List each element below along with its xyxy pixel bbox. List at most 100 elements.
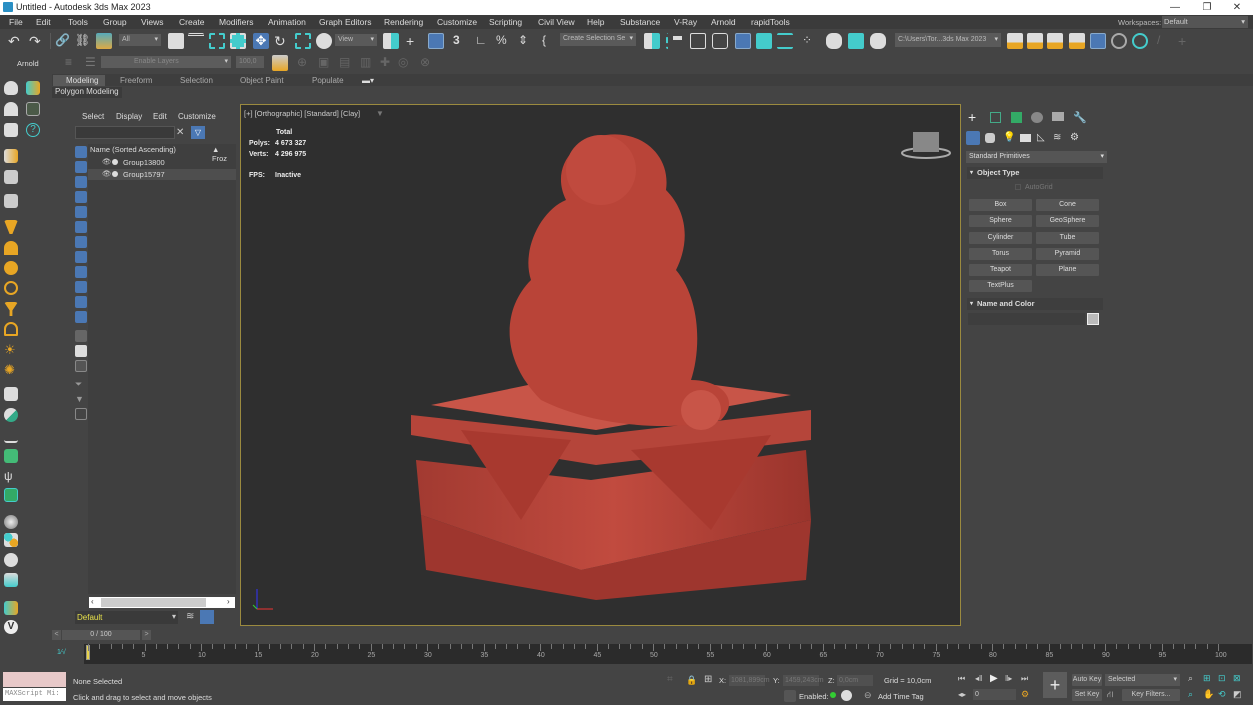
prev-frame-button[interactable]: < bbox=[52, 630, 61, 640]
teapot-icon[interactable] bbox=[4, 81, 18, 95]
previous-key-icon[interactable]: ◂‖ bbox=[975, 674, 982, 683]
orbit-icon[interactable]: ⟲ bbox=[1218, 689, 1226, 700]
render-setup-icon[interactable] bbox=[826, 33, 842, 49]
zoom-all-icon[interactable]: ⊞ bbox=[1203, 673, 1211, 684]
scrollbar-thumb[interactable] bbox=[101, 598, 206, 607]
zoom-extents-icon[interactable]: ⊡ bbox=[1218, 673, 1226, 684]
maxscript-mini-listener[interactable]: MAXScript Mi: bbox=[3, 688, 66, 701]
enabled-toggle[interactable] bbox=[841, 690, 852, 701]
render-elements-icon[interactable] bbox=[4, 601, 18, 615]
viewport-orthographic[interactable]: [+] [Orthographic] [Standard] [Clay] ▼ T… bbox=[240, 104, 961, 626]
select-by-name-icon[interactable] bbox=[188, 33, 204, 49]
geosphere-button[interactable]: GeoSphere bbox=[1036, 215, 1099, 227]
material-editor-icon[interactable]: ⁘ bbox=[802, 33, 818, 49]
layer-properties-icon[interactable]: ▥ bbox=[360, 55, 376, 71]
spinner-snap-icon[interactable]: ⇕ bbox=[518, 33, 534, 49]
project-folder-dropdown[interactable]: C:\Users\Tor...3ds Max 2023 ▾ bbox=[895, 33, 1001, 47]
shapes-category-icon[interactable] bbox=[985, 133, 995, 143]
bind-space-warp-icon[interactable] bbox=[96, 33, 112, 49]
horizontal-scrollbar[interactable]: ‹ › bbox=[89, 597, 235, 608]
layer-explorer-icon[interactable]: ≋ bbox=[186, 611, 194, 622]
set-key-big-button[interactable]: + bbox=[1043, 672, 1067, 698]
tab-modeling[interactable]: Modeling bbox=[66, 76, 98, 85]
workspaces-select[interactable]: Default ▾ bbox=[1162, 16, 1248, 28]
schematic-view-icon[interactable] bbox=[777, 33, 793, 49]
add-to-layer-icon[interactable]: ▣ bbox=[318, 55, 334, 71]
cylinder-button[interactable]: Cylinder bbox=[969, 232, 1032, 244]
menu-arnold[interactable]: Arnold bbox=[711, 17, 736, 27]
cameras-category-icon[interactable] bbox=[1020, 134, 1031, 142]
plus-icon[interactable]: + bbox=[1178, 33, 1194, 49]
palette-icon[interactable] bbox=[4, 553, 18, 567]
redo-icon[interactable]: ↷ bbox=[29, 33, 45, 49]
menu-rendering[interactable]: Rendering bbox=[384, 17, 423, 27]
scroll-right-icon[interactable]: › bbox=[227, 597, 230, 606]
fire-icon[interactable] bbox=[4, 488, 18, 502]
select-and-scale-icon[interactable] bbox=[295, 33, 311, 49]
name-color-rollout-header[interactable]: ▾ Name and Color bbox=[967, 298, 1103, 310]
layer-lock-icon[interactable]: ⊗ bbox=[420, 55, 436, 71]
unlink-icon[interactable]: ⛓ bbox=[75, 33, 91, 49]
percent-snap-icon[interactable]: % bbox=[496, 33, 512, 49]
select-and-move-icon[interactable]: ✥ bbox=[253, 33, 269, 49]
modify-tab-icon[interactable] bbox=[990, 112, 1001, 123]
link-icon[interactable]: 🔗 bbox=[55, 33, 71, 49]
textplus-button[interactable]: TextPlus bbox=[969, 280, 1032, 292]
grass-icon[interactable]: ψ bbox=[4, 469, 18, 483]
clear-search-icon[interactable]: ✕ bbox=[176, 127, 184, 138]
layers-icon[interactable]: ≡ bbox=[65, 55, 81, 71]
snaps-toggle-icon[interactable]: 3 bbox=[453, 33, 469, 49]
brush-icon[interactable]: / bbox=[1157, 33, 1173, 49]
timer-icon[interactable] bbox=[1111, 33, 1127, 49]
display-all-icon[interactable] bbox=[75, 330, 87, 342]
menu-views[interactable]: Views bbox=[141, 17, 164, 27]
filter-settings-icon[interactable]: ⏷ bbox=[75, 379, 87, 391]
display-none-icon[interactable] bbox=[75, 345, 87, 357]
vray-icon[interactable]: V bbox=[4, 620, 18, 634]
viewport-label[interactable]: [+] [Orthographic] [Standard] [Clay] bbox=[244, 109, 360, 118]
menu-group[interactable]: Group bbox=[103, 17, 127, 27]
plane-button[interactable]: Plane bbox=[1036, 264, 1099, 276]
layer-value-spinner[interactable]: 100,0 bbox=[236, 56, 264, 68]
geometry-category-icon[interactable] bbox=[966, 131, 980, 145]
hierarchy-mode-icon[interactable] bbox=[200, 610, 214, 624]
se-menu-edit[interactable]: Edit bbox=[153, 112, 167, 121]
rendered-frame-window-icon[interactable] bbox=[848, 33, 864, 49]
keyboard-shortcut-override-icon[interactable] bbox=[428, 33, 444, 49]
time-slider[interactable]: 0 / 100 bbox=[62, 630, 140, 640]
list-icon[interactable] bbox=[26, 102, 40, 116]
layer-freeze-icon[interactable]: ◎ bbox=[398, 55, 414, 71]
hierarchy-tab-icon[interactable] bbox=[1011, 112, 1022, 123]
menu-substance[interactable]: Substance bbox=[620, 17, 660, 27]
polygon-modeling-panel[interactable]: Polygon Modeling bbox=[52, 87, 122, 98]
container-icon[interactable] bbox=[75, 408, 87, 420]
timeline-track[interactable]: 5 10 15 20 25 30 35 40 45 50 55 60 65 70 75 80 85 90 95 100 bbox=[84, 644, 1252, 664]
close-button[interactable]: ✕ bbox=[1222, 0, 1252, 15]
photometric-icon[interactable] bbox=[4, 281, 18, 295]
menu-scripting[interactable]: Scripting bbox=[489, 17, 522, 27]
key-filter-icon[interactable]: ⛙ bbox=[1107, 689, 1113, 701]
reference-coordinate-dropdown[interactable]: View ▾ bbox=[335, 34, 377, 46]
next-frame-button[interactable]: > bbox=[142, 630, 151, 640]
lights-category-icon[interactable]: 💡 bbox=[1003, 132, 1015, 143]
display-bones-icon[interactable] bbox=[75, 266, 87, 278]
box-button[interactable]: Box bbox=[969, 199, 1032, 211]
layer-dropdown[interactable]: Enable Layers ▾ bbox=[101, 56, 231, 68]
file-link-icon[interactable] bbox=[1047, 33, 1063, 49]
menu-rapidtools[interactable]: rapidTools bbox=[751, 17, 790, 27]
pivot-center-icon[interactable] bbox=[383, 33, 399, 49]
curve-editor-icon[interactable] bbox=[756, 33, 772, 49]
sun-icon[interactable]: ☀ bbox=[4, 343, 18, 357]
display-spacewarps-icon[interactable] bbox=[75, 221, 87, 233]
list-item[interactable]: 👁 Group15797 bbox=[88, 169, 236, 180]
help-icon[interactable]: ? bbox=[26, 123, 40, 137]
key-mode-toggle-icon[interactable]: ◂▸ bbox=[958, 690, 966, 699]
utilities-tab-icon[interactable]: 🔧 bbox=[1073, 111, 1087, 124]
maximize-viewport-icon[interactable]: ◩ bbox=[1233, 689, 1242, 700]
display-particles-icon[interactable] bbox=[75, 296, 87, 308]
select-object-icon[interactable] bbox=[168, 33, 184, 49]
spacewarps-category-icon[interactable]: ≋ bbox=[1053, 132, 1061, 143]
mirror-icon[interactable] bbox=[644, 33, 660, 49]
select-and-place-icon[interactable] bbox=[316, 33, 332, 49]
display-tab-icon[interactable] bbox=[1052, 112, 1064, 121]
